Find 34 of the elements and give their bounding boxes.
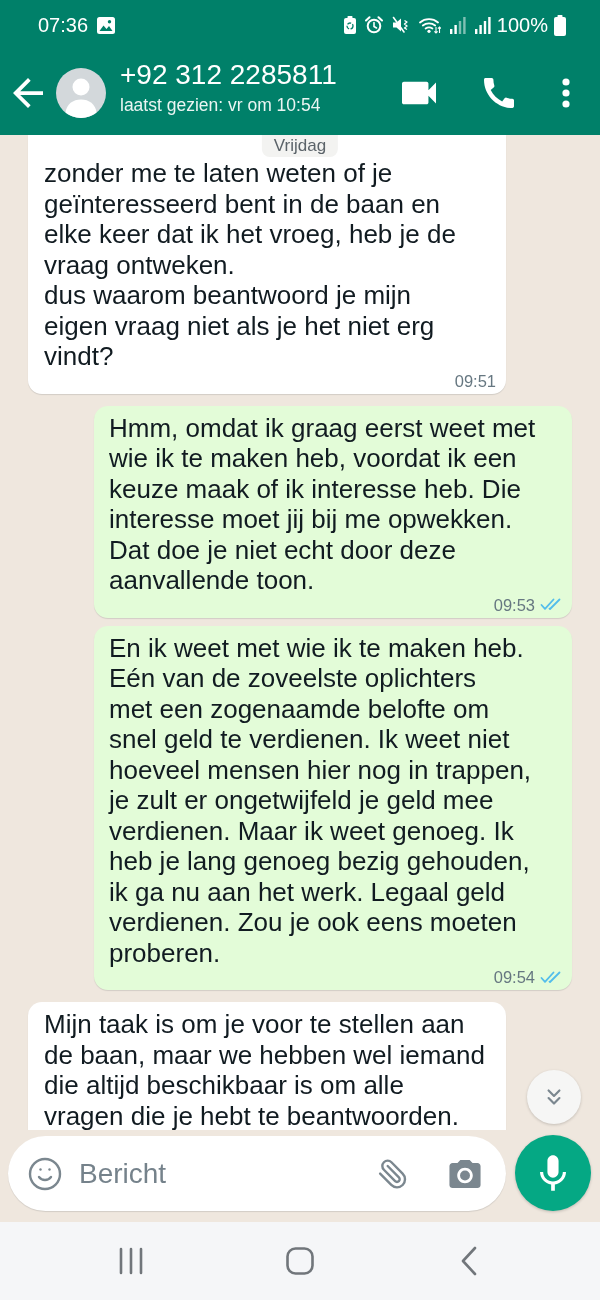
last-seen-text: laatst gezien: vr om 10:54 <box>120 94 322 116</box>
recent-apps-icon[interactable] <box>118 1247 144 1275</box>
microphone-icon <box>540 1154 566 1192</box>
nav-back-icon[interactable] <box>461 1246 477 1276</box>
status-time: 07:36 <box>38 13 89 37</box>
contact-name[interactable]: +92 312 2285811 <box>120 60 337 90</box>
avatar-icon[interactable] <box>56 67 106 118</box>
message-text: zonder me te laten weten of je geïnteresseerd bent in de baan en elke keer dat ik het vroeg, heb je de vraag ontweken. dus waarom beantwoord je mijn eigen vraag niet als je het niet erg vindt? <box>44 158 457 372</box>
mute-icon <box>391 16 410 34</box>
mic-button[interactable] <box>515 1135 591 1211</box>
paperclip-icon[interactable] <box>377 1157 409 1190</box>
wifi-icon <box>418 16 441 34</box>
alarm-icon <box>364 16 383 34</box>
home-icon[interactable] <box>286 1247 314 1275</box>
image-icon <box>97 16 116 34</box>
message-time: 09:51 <box>454 371 496 390</box>
message-text: Hmm, omdat ik graag eerst weet met wie ik te maken heb, voordat ik een keuze maak of ik interesse heb. Die interesse moet jij bij me opwekken. Dat doe je niet echt door deze aanvallende toon. <box>109 412 537 596</box>
battery-saver-icon <box>343 16 356 34</box>
message-time: 09:54 <box>493 968 535 986</box>
more-icon[interactable] <box>562 77 570 108</box>
date-label: Vrijdag <box>261 135 339 157</box>
battery-icon <box>554 14 566 36</box>
message-time: 09:53 <box>493 595 535 614</box>
message-text: Mijn taak is om je voor te stellen aan de baan, maar we hebben wel iemand die altijd beschikbaar is om alle vragen die je hebt te beantwoorden. <box>44 1009 486 1130</box>
battery-percent: 100% <box>496 13 548 37</box>
signal-icon <box>474 16 491 34</box>
smiley-icon[interactable] <box>27 1155 63 1192</box>
message-field[interactable]: Bericht <box>8 1136 506 1211</box>
signal-icon <box>449 16 466 34</box>
phone-icon[interactable] <box>484 77 514 108</box>
back-arrow-icon[interactable] <box>13 77 43 108</box>
message-text: En ik weet met wie ik te maken heb. Eén van de zoveelste oplichters met een zogenaamde belofte om snel geld te verdienen. Ik weet niet hoeveel mensen hier nog in trappen, je zult er ongetwijfeld je geld mee verdienen. Maar ik weet genoeg. Ik heb je lang genoeg bezig gehouden, ik ga nu aan het werk. Legaal geld verdienen. Zou je ook eens moeten proberen. <box>109 632 533 968</box>
camera-icon[interactable] <box>449 1159 481 1188</box>
video-camera-icon[interactable] <box>402 79 436 106</box>
